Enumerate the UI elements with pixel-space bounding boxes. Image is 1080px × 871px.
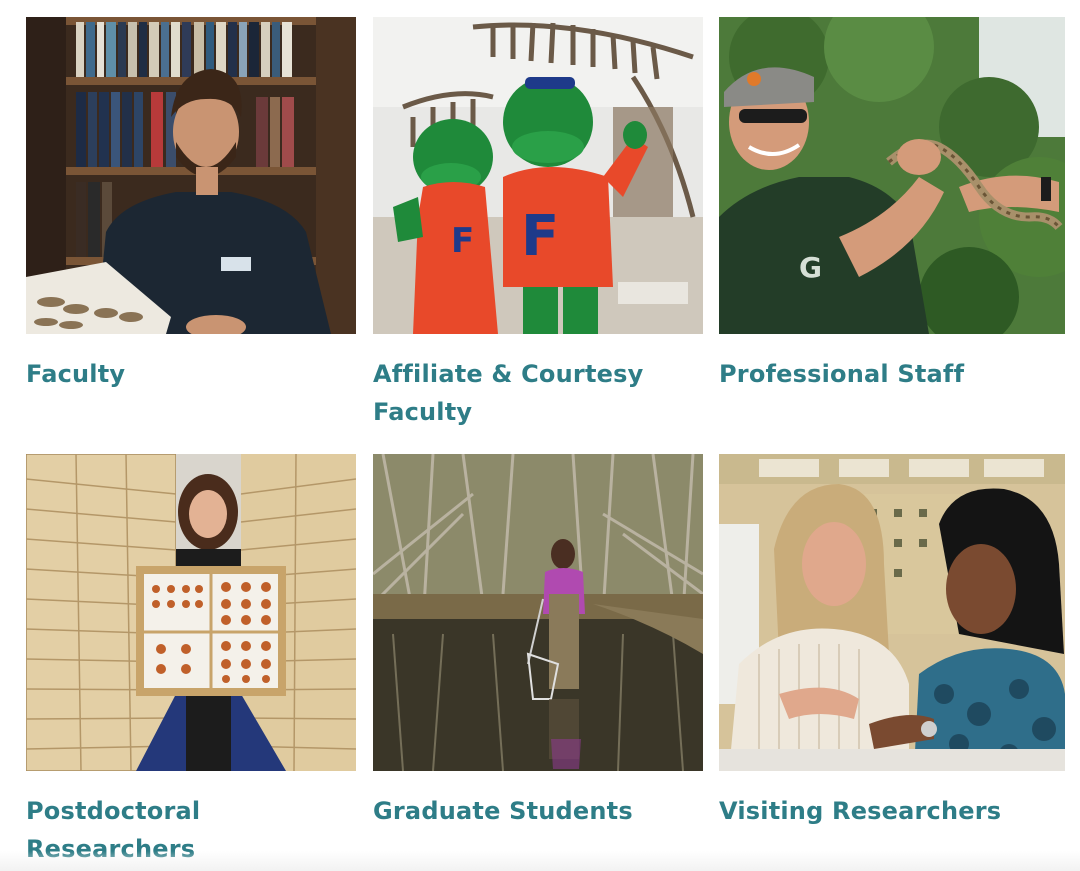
faculty-photo[interactable] xyxy=(26,17,356,334)
faculty-card[interactable]: Faculty xyxy=(26,17,356,393)
postdoctoral-researchers-card[interactable]: Postdoctoral Researchers xyxy=(26,454,356,868)
svg-text:G: G xyxy=(799,251,822,284)
graduate-students-card[interactable]: Graduate Students xyxy=(373,454,703,830)
page-bottom-fade xyxy=(0,851,1080,871)
graduate-students-label[interactable]: Graduate Students xyxy=(373,792,703,830)
affiliate-photo[interactable]: F F xyxy=(373,17,703,334)
staff-photo[interactable]: G xyxy=(719,17,1065,334)
people-category-grid: Faculty F F Affiliate & Courtesy Faculty… xyxy=(0,0,1080,871)
faculty-label[interactable]: Faculty xyxy=(26,355,356,393)
visiting-researchers-label[interactable]: Visiting Researchers xyxy=(719,792,1065,830)
visiting-photo[interactable] xyxy=(719,454,1065,771)
affiliate-courtesy-faculty-card[interactable]: F F Affiliate & Courtesy Faculty xyxy=(373,17,703,431)
svg-text:F: F xyxy=(451,221,474,261)
svg-text:F: F xyxy=(521,204,559,269)
professional-staff-label[interactable]: Professional Staff xyxy=(719,355,1065,393)
visiting-researchers-card[interactable]: Visiting Researchers xyxy=(719,454,1065,830)
postdoc-photo[interactable] xyxy=(26,454,356,771)
professional-staff-card[interactable]: G Professional Staff xyxy=(719,17,1065,393)
affiliate-courtesy-faculty-label[interactable]: Affiliate & Courtesy Faculty xyxy=(373,355,703,431)
grad-photo[interactable] xyxy=(373,454,703,771)
